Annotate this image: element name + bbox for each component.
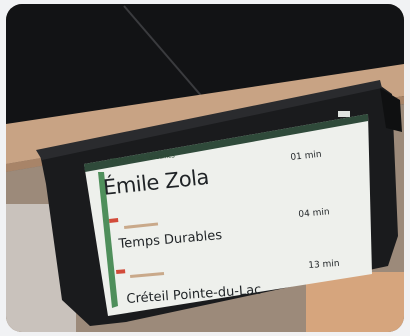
corner-indicator xyxy=(338,111,350,117)
badge-2 xyxy=(116,269,126,274)
photo-frame: T3 Porte de Versailles Émile Zola 01 min… xyxy=(6,4,404,332)
